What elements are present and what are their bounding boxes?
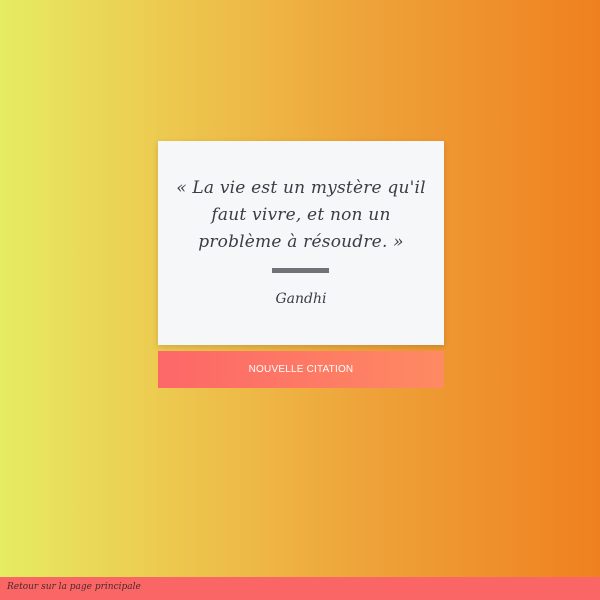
new-quote-button[interactable]: NOUVELLE CITATION bbox=[158, 351, 444, 388]
back-to-main-page-link[interactable]: Retour sur la page principale bbox=[7, 582, 141, 592]
quote-divider bbox=[272, 268, 329, 273]
quote-card: « La vie est un mystère qu'il faut vivre… bbox=[158, 141, 444, 345]
quote-author: Gandhi bbox=[275, 291, 327, 307]
quote-text: « La vie est un mystère qu'il faut vivre… bbox=[176, 178, 426, 252]
footer-bar: Retour sur la page principale bbox=[0, 577, 600, 600]
